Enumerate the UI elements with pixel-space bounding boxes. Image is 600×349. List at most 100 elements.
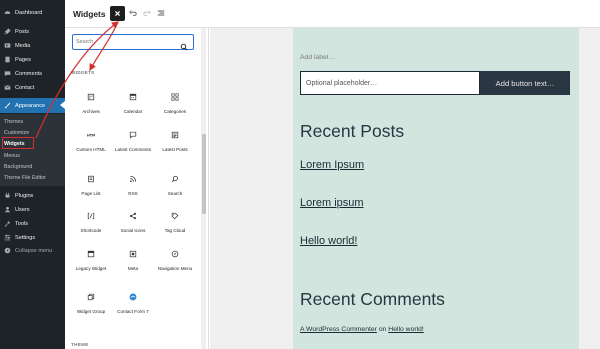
block-search-box[interactable] (72, 34, 194, 51)
block-widget-group[interactable]: Widget Group (69, 293, 113, 315)
block-search[interactable]: Search (153, 175, 197, 197)
block-meta[interactable]: Meta (111, 250, 155, 272)
menu-item-pages[interactable]: Pages (0, 53, 65, 66)
contact-form-icon (129, 293, 137, 301)
search-block-button[interactable]: Add button text… (480, 71, 570, 95)
block-custom-html[interactable]: HTML Custom HTML (69, 131, 113, 153)
menu-label: Media (15, 42, 31, 49)
rss-icon (129, 175, 137, 183)
menu-label: Dashboard (15, 9, 43, 16)
comment-author-link[interactable]: A WordPress Commenter (300, 326, 377, 333)
share-icon (129, 212, 137, 220)
block-label: Search (167, 191, 183, 196)
latest-posts-icon (171, 131, 179, 139)
block-categories[interactable]: Categories (153, 93, 197, 115)
menu-label: Collapse menu (15, 247, 53, 254)
submenu-theme-file-editor[interactable]: Theme File Editor (4, 175, 46, 181)
redo-button[interactable] (142, 8, 152, 18)
user-icon (3, 205, 12, 214)
submenu-menus[interactable]: Menus (4, 153, 20, 159)
recent-posts-heading[interactable]: Recent Posts (300, 121, 404, 142)
block-label: Latest Comments (115, 147, 151, 152)
block-rss[interactable]: RSS (111, 175, 155, 197)
mail-icon (3, 83, 12, 92)
menu-label: Pages (15, 56, 31, 63)
search-block-input[interactable]: Optional placeholder… (300, 71, 480, 95)
widget-group-icon (87, 293, 95, 301)
tag-icon (171, 212, 179, 220)
block-shortcode[interactable]: Shortcode (69, 212, 113, 234)
collapse-icon (3, 246, 12, 255)
block-label: Tag Cloud (164, 228, 186, 233)
block-label: Meta (127, 266, 139, 271)
pin-icon (3, 27, 12, 36)
legacy-widget-icon (87, 250, 95, 258)
submenu-themes[interactable]: Themes (4, 119, 23, 125)
menu-item-dashboard[interactable]: Dashboard (0, 6, 65, 19)
block-tag-cloud[interactable]: Tag Cloud (153, 212, 197, 234)
menu-item-collapse[interactable]: Collapse menu (0, 244, 65, 257)
menu-item-tools[interactable]: Tools (0, 217, 65, 230)
menu-item-users[interactable]: Users (0, 203, 65, 216)
page-list-icon (87, 175, 95, 183)
close-inserter-button[interactable] (110, 6, 125, 21)
menu-item-contact[interactable]: Contact (0, 81, 65, 94)
block-contact-form-7[interactable]: Contact Form 7 (111, 293, 155, 315)
menu-label: Contact (15, 84, 35, 91)
post-link[interactable]: Lorem ipsum (300, 197, 364, 209)
menu-item-plugins[interactable]: Plugins (0, 189, 65, 202)
undo-button[interactable] (128, 8, 138, 18)
block-social-icons[interactable]: Social Icons (111, 212, 155, 234)
block-archives[interactable]: Archives (69, 93, 113, 115)
block-legacy-widget[interactable]: Legacy Widget (69, 250, 113, 272)
html-icon: HTML (87, 131, 95, 139)
search-icon (171, 175, 179, 183)
menu-item-settings[interactable]: Settings (0, 231, 65, 244)
menu-item-comments[interactable]: Comments (0, 67, 65, 80)
block-label: Contact Form 7 (117, 309, 149, 314)
search-block-label[interactable]: Add label… (300, 54, 335, 61)
editor-header: Widgets (65, 0, 600, 28)
close-icon (114, 10, 121, 17)
block-calendar[interactable]: Calendar (111, 93, 155, 115)
comment-icon (3, 69, 12, 78)
block-page-list[interactable]: Page List (69, 175, 113, 197)
block-label: Calendar (123, 109, 143, 114)
recent-comments-heading[interactable]: Recent Comments (300, 289, 445, 310)
block-latest-comments[interactable]: Latest Comments (111, 131, 155, 153)
block-label: Legacy Widget (75, 266, 107, 271)
search-block-button-label: Add button text… (495, 78, 555, 88)
undo-icon (129, 9, 137, 17)
submenu-customize[interactable]: Customize (4, 130, 29, 136)
search-block-placeholder: Optional placeholder… (306, 79, 378, 87)
comment-post-link[interactable]: Hello world! (388, 326, 424, 333)
shortcode-icon (87, 212, 95, 220)
block-search-input[interactable] (76, 37, 176, 47)
media-icon (3, 41, 12, 50)
block-latest-posts[interactable]: Latest Posts (153, 131, 197, 153)
menu-item-media[interactable]: Media (0, 39, 65, 52)
block-label: Categories (163, 109, 187, 114)
inserter-scrollbar-thumb[interactable] (202, 134, 206, 214)
page-title: Widgets (73, 9, 106, 19)
menu-item-appearance[interactable]: Appearance (0, 98, 65, 113)
post-link[interactable]: Lorem Ipsum (300, 159, 364, 171)
menu-item-posts[interactable]: Posts (0, 25, 65, 38)
theme-section-label: THEME (71, 342, 89, 347)
widget-area: Add label… Optional placeholder… Add but… (293, 28, 579, 349)
menu-label: Comments (15, 70, 43, 77)
categories-icon (171, 93, 179, 101)
post-link[interactable]: Hello world! (300, 235, 357, 247)
plugin-icon (3, 191, 12, 200)
navigation-icon (171, 250, 179, 258)
list-view-button[interactable] (156, 8, 166, 18)
block-label: Social Icons (120, 228, 146, 233)
block-label: RSS (128, 191, 138, 196)
block-label: Shortcode (80, 228, 102, 233)
block-label: Custom HTML (76, 147, 106, 152)
settings-icon (3, 233, 12, 242)
block-label: Archives (82, 109, 100, 114)
submenu-background[interactable]: Background (4, 164, 32, 170)
block-navigation-menu[interactable]: Navigation Menu (153, 250, 197, 272)
wrench-icon (3, 219, 12, 228)
